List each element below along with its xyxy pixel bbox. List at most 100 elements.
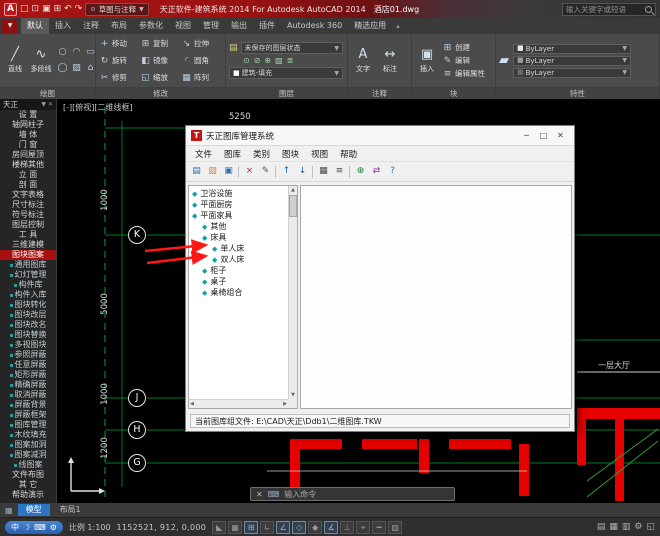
polar-icon[interactable]: ∠	[276, 520, 291, 534]
tree-item[interactable]: ◆ 平面厨房	[189, 199, 288, 210]
scroll-right-icon[interactable]: ▶	[283, 401, 287, 407]
dyn-icon[interactable]: ⌖	[356, 520, 371, 534]
dialog-menu-item[interactable]: 文件	[189, 148, 218, 160]
panel-label-modify[interactable]: 修改	[96, 87, 225, 99]
model-space-icon[interactable]: ▤	[597, 522, 606, 532]
sidebar-item[interactable]: 楼梯其他	[0, 160, 56, 170]
copy-button[interactable]: ⊞ 复制	[140, 35, 181, 52]
move-button[interactable]: + 移动	[99, 35, 140, 52]
list-view-icon[interactable]: ≡	[332, 164, 347, 179]
fillet-button[interactable]: ◜ 圆角	[181, 52, 222, 69]
lineweight-control[interactable]: ■ ByLayer ▼	[513, 67, 631, 78]
sidebar-item[interactable]: 图块替换	[0, 330, 56, 340]
sidebar-item[interactable]: 文件布图	[0, 470, 56, 480]
sidebar-item[interactable]: 精确屏蔽	[0, 380, 56, 390]
insert-block-button[interactable]: ▣ 插入	[415, 47, 439, 74]
ime-settings-icon[interactable]: ⚙	[50, 521, 57, 534]
sidebar-item[interactable]: 其 它	[0, 480, 56, 490]
ribbon-tab[interactable]: Autodesk 360	[281, 18, 348, 34]
sidebar-item[interactable]: 尺寸标注	[0, 200, 56, 210]
ribbon-tab[interactable]: 默认	[21, 18, 49, 34]
toolbar-icon[interactable]	[311, 165, 315, 178]
scroll-up-icon[interactable]: ▲	[289, 186, 297, 194]
command-close-icon[interactable]: ✕	[256, 490, 263, 499]
toolbar-icon[interactable]	[237, 165, 241, 178]
ribbon-tab[interactable]: 布局	[105, 18, 133, 34]
dialog-title-bar[interactable]: T 天正图库管理系统 ─ □ ✕	[186, 126, 574, 146]
scroll-down-icon[interactable]: ▼	[289, 391, 297, 399]
dialog-menu-item[interactable]: 图块	[276, 148, 305, 160]
open-library-icon[interactable]: ▧	[205, 164, 220, 179]
search-input[interactable]: 输入关键字或短语	[562, 2, 656, 16]
sidebar-item[interactable]: 设 置	[0, 110, 56, 120]
sidebar-item[interactable]: 图库管理	[0, 420, 56, 430]
sidebar-item[interactable]: 参照屏蔽	[0, 350, 56, 360]
match-properties-icon[interactable]: ▰	[499, 53, 509, 69]
command-line[interactable]: ✕ ⌨ 输入命令	[250, 487, 455, 501]
sidebar-item[interactable]: 图案加洞	[0, 440, 56, 450]
sidebar-item[interactable]: 墙 体	[0, 130, 56, 140]
sidebar-item[interactable]: 帮助演示	[0, 490, 56, 500]
layout-tab[interactable]: 模型	[17, 504, 50, 516]
save-file-icon[interactable]: ▣	[42, 2, 51, 16]
array-button[interactable]: ▦ 阵列	[181, 69, 222, 86]
tree-item[interactable]: ◆ 床具	[189, 232, 288, 243]
hatch-icon[interactable]: ▨	[70, 61, 83, 76]
ribbon-tab[interactable]: 插件	[253, 18, 281, 34]
edit-block-button[interactable]: ✎ 编辑	[442, 55, 485, 66]
dialog-menu-item[interactable]: 视图	[305, 148, 334, 160]
close-icon[interactable]: ✕	[48, 101, 53, 108]
scrollbar-thumb[interactable]	[289, 195, 297, 217]
sidebar-item[interactable]: 屏蔽框架	[0, 410, 56, 420]
scroll-left-icon[interactable]: ◀	[190, 401, 194, 407]
command-input-placeholder[interactable]: 输入命令	[284, 489, 316, 500]
panel-label-annotate[interactable]: 注释	[348, 87, 411, 99]
sidebar-item[interactable]: 线图案	[0, 460, 56, 470]
polygon-icon[interactable]: ⌂	[84, 61, 95, 76]
tree-item[interactable]: ◆ 卫浴设施	[189, 188, 288, 199]
dialog-menu-item[interactable]: 类别	[247, 148, 276, 160]
panel-label-block[interactable]: 块	[412, 87, 495, 99]
ribbon-tab[interactable]: 视图	[169, 18, 197, 34]
ribbon-minimize-icon[interactable]: ▴	[396, 18, 400, 34]
ribbon-tab[interactable]: 管理	[197, 18, 225, 34]
layout-grid-icon[interactable]: ▦	[5, 506, 13, 515]
viewport-controls[interactable]: [-][俯视][二维线框]	[63, 102, 133, 113]
stretch-button[interactable]: ↘ 拉伸	[181, 35, 222, 52]
dimension-button[interactable]: ↔ 标注	[378, 47, 402, 74]
otrack-icon[interactable]: ∡	[324, 520, 339, 534]
thumbnail-view-icon[interactable]: ▦	[316, 164, 331, 179]
osnap-3d-icon[interactable]: ◆	[308, 520, 323, 534]
sidebar-item[interactable]: 任意屏蔽	[0, 360, 56, 370]
rename-icon[interactable]: ✎	[258, 164, 273, 179]
circle-icon[interactable]: ○	[56, 45, 69, 60]
transparency-icon[interactable]: ▨	[388, 520, 403, 534]
tree-item[interactable]: ◆ 柜子	[189, 265, 288, 276]
insert-block-icon[interactable]: ⊕	[353, 164, 368, 179]
sidebar-item[interactable]: 图层控制	[0, 220, 56, 230]
scale-button[interactable]: ◱ 缩放	[140, 69, 181, 86]
quick-view-layouts-icon[interactable]: ▦	[609, 522, 618, 532]
quick-view-drawings-icon[interactable]: ▥	[622, 522, 631, 532]
tree-item[interactable]: ◆ 平面家具	[189, 210, 288, 221]
toolbar-icon[interactable]	[274, 165, 278, 178]
infer-constraints-icon[interactable]: ◣	[212, 520, 227, 534]
sidebar-item[interactable]: 幻灯管理	[0, 270, 56, 280]
current-layer-dropdown[interactable]: ■ 建筑-填充 ▼	[229, 67, 343, 79]
layer-lock-icon[interactable]: ⊕	[264, 56, 271, 65]
help-icon[interactable]: ?	[385, 164, 400, 179]
layer-match-icon[interactable]: ≣	[287, 56, 294, 65]
move-up-icon[interactable]: ↑	[279, 164, 294, 179]
sidebar-item[interactable]: 构件入库	[0, 290, 56, 300]
layer-on-icon[interactable]: ⊙	[243, 56, 250, 65]
ime-lang-icon[interactable]: 中	[11, 521, 19, 534]
app-logo-icon[interactable]: A	[4, 2, 17, 16]
tree-item[interactable]: ◆ 桌子	[189, 276, 288, 287]
command-customize-icon[interactable]: ⌨	[268, 490, 280, 499]
chevron-down-icon[interactable]: ▼	[41, 101, 46, 108]
sidebar-item[interactable]: 图块转化	[0, 300, 56, 310]
layer-state-dropdown[interactable]: 未保存的图层状态 ▼	[240, 42, 343, 54]
sidebar-item[interactable]: 屏蔽背景	[0, 400, 56, 410]
ribbon-tab[interactable]: 插入	[49, 18, 77, 34]
redo-icon[interactable]: ↷	[75, 2, 83, 16]
